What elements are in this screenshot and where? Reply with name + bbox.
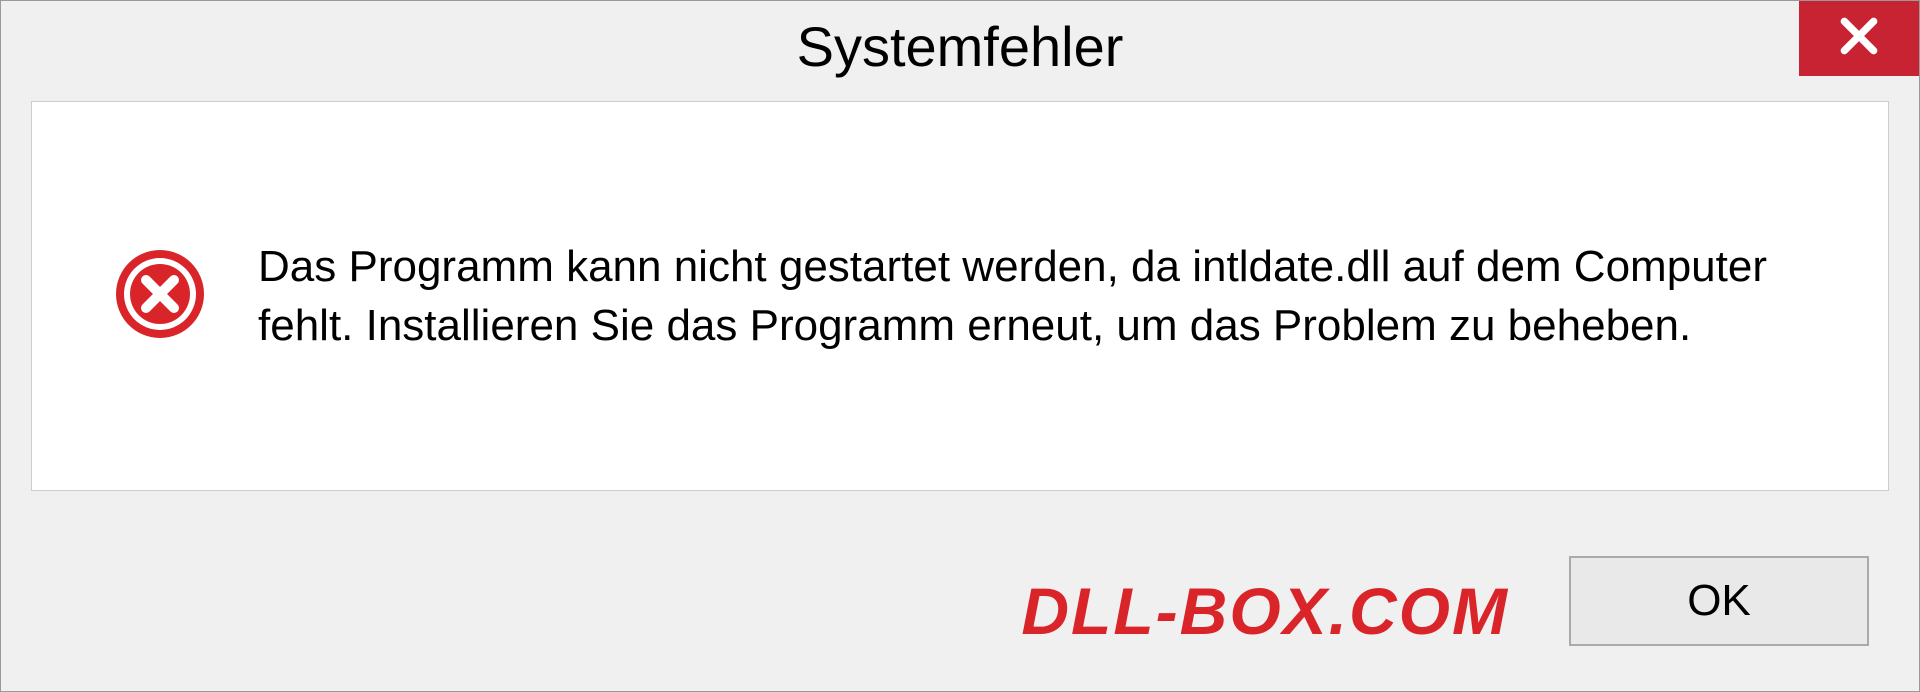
ok-button-label: OK	[1687, 576, 1751, 626]
error-message: Das Programm kann nicht gestartet werden…	[258, 237, 1848, 356]
error-icon	[112, 246, 208, 347]
close-icon	[1837, 14, 1881, 63]
ok-button[interactable]: OK	[1569, 556, 1869, 646]
content-panel: Das Programm kann nicht gestartet werden…	[31, 101, 1889, 491]
titlebar: Systemfehler	[1, 1, 1919, 91]
error-dialog: Systemfehler Das Programm kann nicht ges…	[0, 0, 1920, 692]
close-button[interactable]	[1799, 1, 1919, 76]
watermark-text: DLL-BOX.COM	[1021, 573, 1509, 649]
dialog-footer: DLL-BOX.COM OK	[1, 531, 1919, 691]
dialog-title: Systemfehler	[797, 14, 1124, 79]
